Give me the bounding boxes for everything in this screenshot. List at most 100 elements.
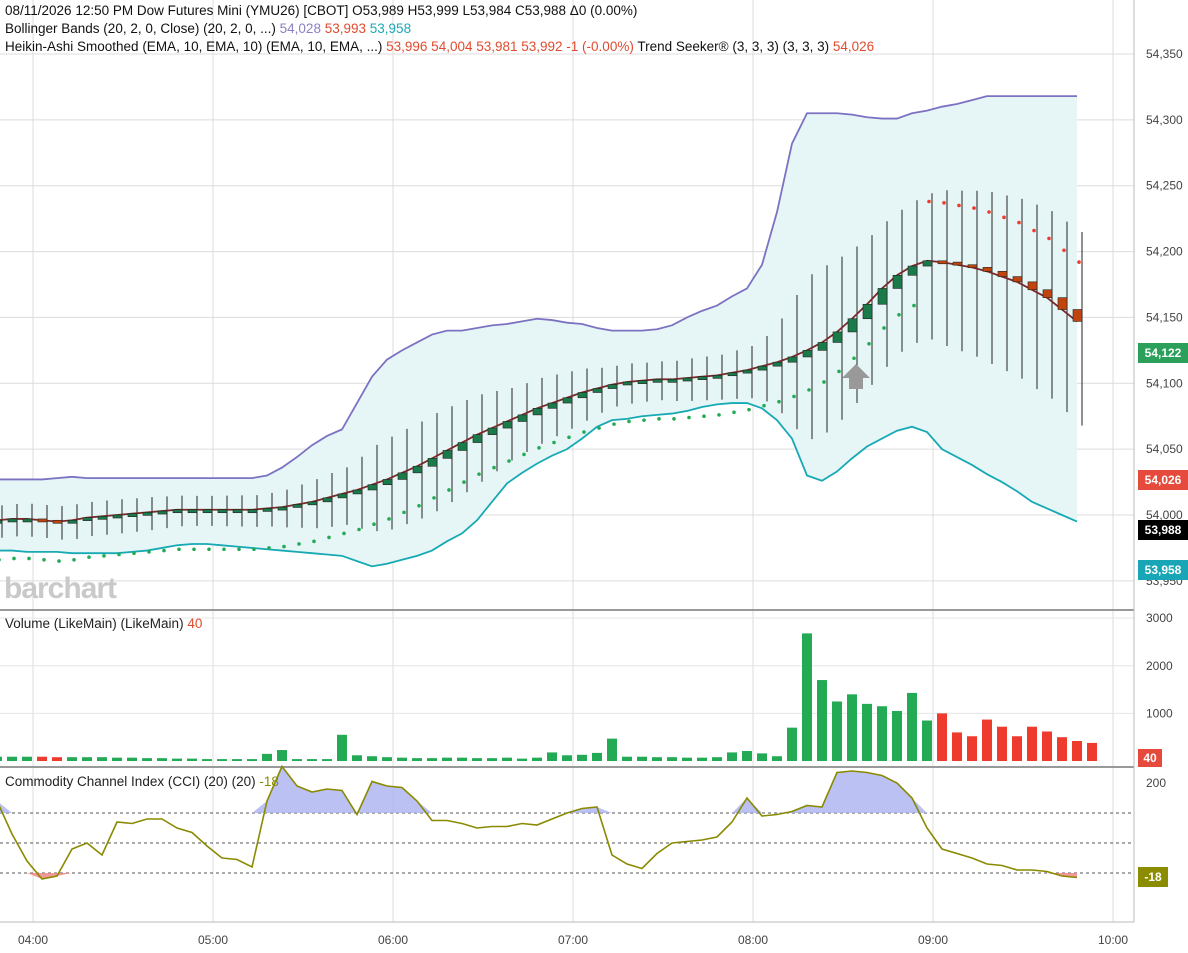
volume-bar (667, 757, 677, 761)
volume-bar (832, 701, 842, 761)
volume-bar (817, 680, 827, 761)
trend-seeker-dot (687, 415, 691, 420)
heikin-ashi-candle (637, 380, 648, 384)
heikin-ashi-candle (832, 331, 843, 343)
volume-bar (952, 732, 962, 761)
heikin-ashi-candle (1072, 309, 1083, 322)
volume-bar (547, 752, 557, 761)
ha-label: Heikin-Ashi Smoothed (EMA, 10, EMA, 10) … (5, 39, 383, 54)
heikin-ashi-candle (52, 519, 63, 524)
heikin-ashi-candle (427, 458, 438, 467)
heikin-ashi-candle (127, 513, 138, 517)
trend-seeker-dot (492, 465, 496, 470)
volume-bar (892, 711, 902, 761)
trend-seeker-dot (537, 446, 541, 450)
trend-seeker-dot (387, 517, 391, 521)
trend-seeker-dot (942, 201, 946, 205)
heikin-ashi-candle (0, 519, 3, 524)
volume-bar (397, 757, 407, 761)
bb-lower-value: 53,958 (369, 21, 412, 36)
trend-seeker-dot (102, 554, 106, 558)
x-tick-label: 06:00 (378, 933, 408, 947)
price-tag-teal: 53,958 (1138, 560, 1188, 580)
trend-seeker-dot (762, 403, 766, 408)
heikin-ashi-candle (1012, 276, 1023, 283)
heikin-ashi-candle (982, 267, 993, 272)
heikin-ashi-candle (1042, 289, 1053, 298)
volume-bar (982, 719, 992, 761)
volume-bar (622, 756, 632, 761)
volume-bar (382, 757, 392, 761)
price-tag-last: 53,988 (1138, 520, 1188, 540)
heikin-ashi-candle (937, 260, 948, 265)
heikin-ashi-candle (877, 288, 888, 305)
volume-bar (607, 738, 617, 761)
volume-bar (232, 759, 242, 761)
volume-bar (292, 759, 302, 761)
trend-seeker-dot (522, 452, 526, 457)
header-bollinger: Bollinger Bands (20, 2, 0, Close) (20, 2… (5, 20, 411, 38)
heikin-ashi-candle (892, 274, 903, 289)
trend-seeker-dot (972, 206, 976, 210)
y-tick-label: 54,350 (1146, 47, 1183, 61)
heikin-ashi-candle (907, 265, 918, 276)
heikin-ashi-candle (847, 318, 858, 333)
volume-bar (127, 757, 137, 761)
volume-bar (967, 736, 977, 761)
heikin-ashi-candle (142, 512, 153, 516)
trend-seeker-dot (1032, 228, 1036, 233)
volume-bar (277, 750, 287, 761)
heikin-ashi-candle (592, 388, 603, 393)
heikin-ashi-candle (967, 264, 978, 269)
trend-seeker-dot (792, 394, 796, 399)
chart-canvas: 04:00 05:00 06:00 07:00 08:00 09:00 10:00 53,95… (0, 0, 1183, 947)
trend-seeker-dot (27, 556, 31, 561)
cci-tick-label: 200 (1146, 776, 1166, 790)
heikin-ashi-candle (667, 379, 678, 383)
heikin-ashi-candle (682, 377, 693, 382)
heikin-ashi-candle (607, 384, 618, 389)
volume-bar (442, 757, 452, 761)
heikin-ashi-candle (787, 356, 798, 363)
heikin-ashi-candle (277, 506, 288, 511)
heikin-ashi-candle (337, 493, 348, 499)
trend-seeker-dot (57, 559, 61, 563)
x-tick-label: 10:00 (1098, 933, 1128, 947)
trend-seeker-dot (432, 496, 436, 500)
trend-seeker-dot (117, 552, 121, 557)
volume-bar (427, 758, 437, 761)
trend-seeker-dot (252, 547, 256, 552)
volume-bar (697, 757, 707, 761)
volume-bar (682, 757, 692, 761)
cci-pane-title: Commodity Channel Index (CCI) (20) (20) … (5, 774, 279, 789)
volume-tick-label: 1000 (1146, 706, 1173, 720)
cci-tag: -18 (1138, 867, 1168, 887)
trend-seeker-dot (72, 557, 76, 562)
heikin-ashi-candle (562, 397, 573, 404)
y-tick-label: 54,150 (1146, 310, 1183, 324)
volume-bar (82, 757, 92, 761)
volume-bar (1027, 726, 1037, 761)
heikin-ashi-candle (472, 434, 483, 443)
trend-seeker-dot (612, 422, 616, 426)
heikin-ashi-candle (1057, 297, 1068, 310)
volume-bar (472, 758, 482, 761)
volume-value: 40 (187, 616, 203, 631)
volume-bar (787, 727, 797, 761)
trend-seeker-dot (1002, 215, 1006, 220)
volume-bar (0, 756, 2, 761)
trend-seeker-dot (582, 430, 586, 434)
volume-bar (1042, 731, 1052, 761)
heikin-ashi-candle (22, 518, 33, 523)
x-tick-label: 07:00 (558, 933, 588, 947)
volume-bar (562, 755, 572, 761)
trend-seeker-dot (507, 459, 511, 463)
trend-seeker-dot (357, 527, 361, 532)
heikin-ashi-candle (727, 372, 738, 377)
trend-seeker-dot (852, 356, 856, 361)
heikin-ashi-candle (7, 518, 18, 523)
heikin-ashi-candle (952, 261, 963, 266)
heikin-ashi-candle (82, 517, 93, 521)
volume-bar (37, 756, 47, 761)
heikin-ashi-candle (817, 342, 828, 351)
